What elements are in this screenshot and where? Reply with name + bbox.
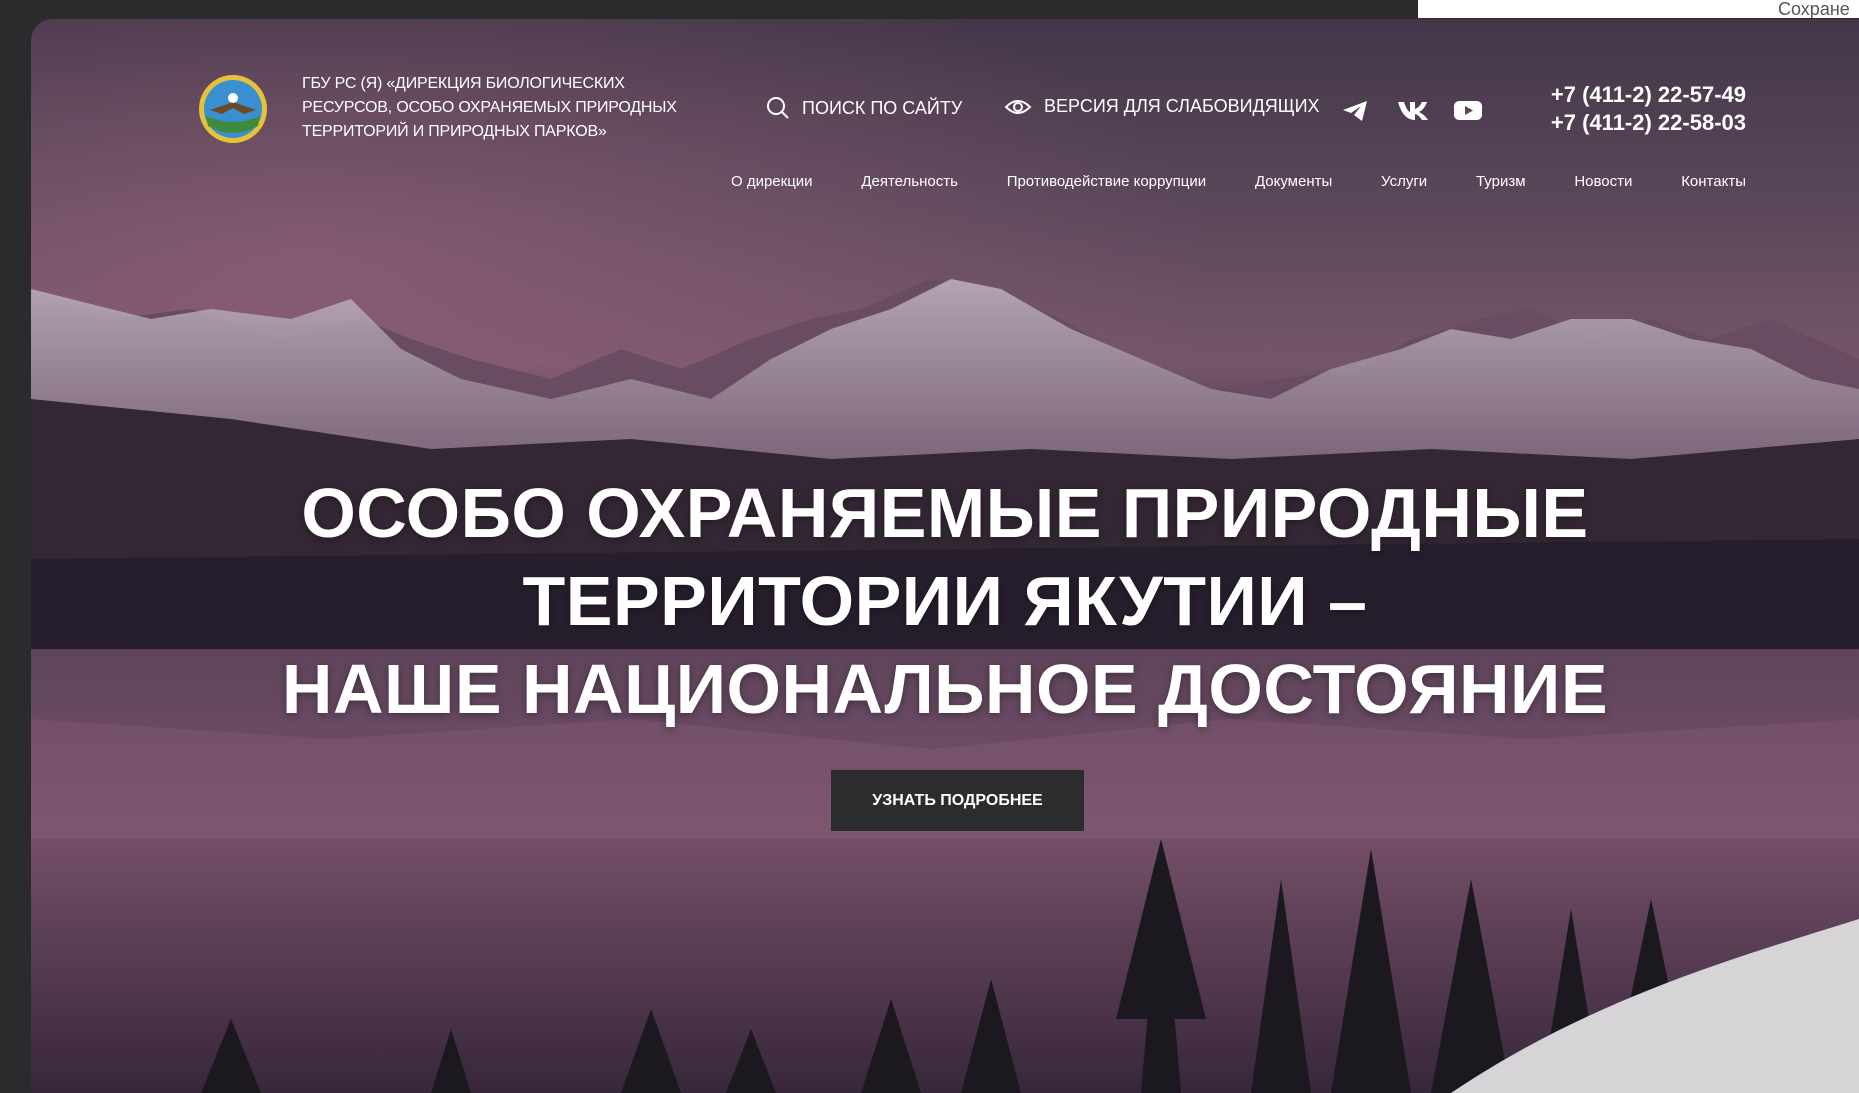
telegram-icon[interactable] (1341, 99, 1373, 127)
search-label: поиск по сайту (802, 97, 963, 118)
save-label[interactable]: Сохране (1778, 0, 1850, 18)
youtube-icon[interactable] (1453, 99, 1485, 127)
vision-label: версия для слабовидящих (1044, 96, 1320, 116)
headline-line: ТЕРРИТОРИИ ЯКУТИИ – (522, 562, 1368, 640)
phone-link[interactable]: +7 (411-2) 22-57-49 (1511, 81, 1746, 109)
org-name-line: ресурсов, особо охраняемых природных (302, 99, 677, 116)
hero-headline: ОСОБО ОХРАНЯЕМЫЕ ПРИРОДНЫЕ ТЕРРИТОРИИ ЯК… (31, 469, 1859, 733)
main-navigation: О дирекции Деятельность Противодействие … (731, 173, 1746, 190)
nav-item-anti-corruption[interactable]: Противодействие коррупции (1007, 173, 1206, 190)
headline-line: НАШЕ НАЦИОНАЛЬНОЕ ДОСТОЯНИЕ (281, 650, 1609, 728)
org-name-line: ГБУ РС (Я) «Дирекция биологических (302, 75, 625, 92)
phone-link[interactable]: +7 (411-2) 22-58-03 (1511, 109, 1746, 137)
eye-icon (1004, 99, 1032, 114)
social-links (1341, 99, 1485, 127)
nav-item-contacts[interactable]: Контакты (1681, 173, 1746, 190)
headline-line: ОСОБО ОХРАНЯЕМЫЕ ПРИРОДНЫЕ (301, 474, 1589, 552)
nav-item-news[interactable]: Новости (1574, 173, 1632, 190)
site-search-button[interactable]: поиск по сайту (766, 96, 962, 120)
phone-numbers: +7 (411-2) 22-57-49 +7 (411-2) 22-58-03 (1511, 81, 1746, 137)
organization-name: ГБУ РС (Я) «Дирекция биологических ресур… (302, 72, 722, 144)
org-name-line: территорий и природных парков» (302, 123, 607, 140)
search-icon (767, 97, 789, 119)
nav-item-activity[interactable]: Деятельность (861, 173, 958, 190)
nav-item-about[interactable]: О дирекции (731, 173, 813, 190)
browser-top-strip: Сохране (1418, 0, 1859, 18)
nav-item-documents[interactable]: Документы (1255, 173, 1332, 190)
low-vision-version-button[interactable]: версия для слабовидящих (1004, 96, 1320, 117)
organization-logo[interactable] (198, 74, 268, 144)
nav-item-tourism[interactable]: Туризм (1476, 173, 1526, 190)
vk-icon[interactable] (1397, 99, 1429, 127)
nav-item-services[interactable]: Услуги (1381, 173, 1427, 190)
learn-more-button[interactable]: УЗНАТЬ ПОДРОБНЕЕ (831, 770, 1084, 831)
hero-section: ГБУ РС (Я) «Дирекция биологических ресур… (31, 19, 1859, 1093)
